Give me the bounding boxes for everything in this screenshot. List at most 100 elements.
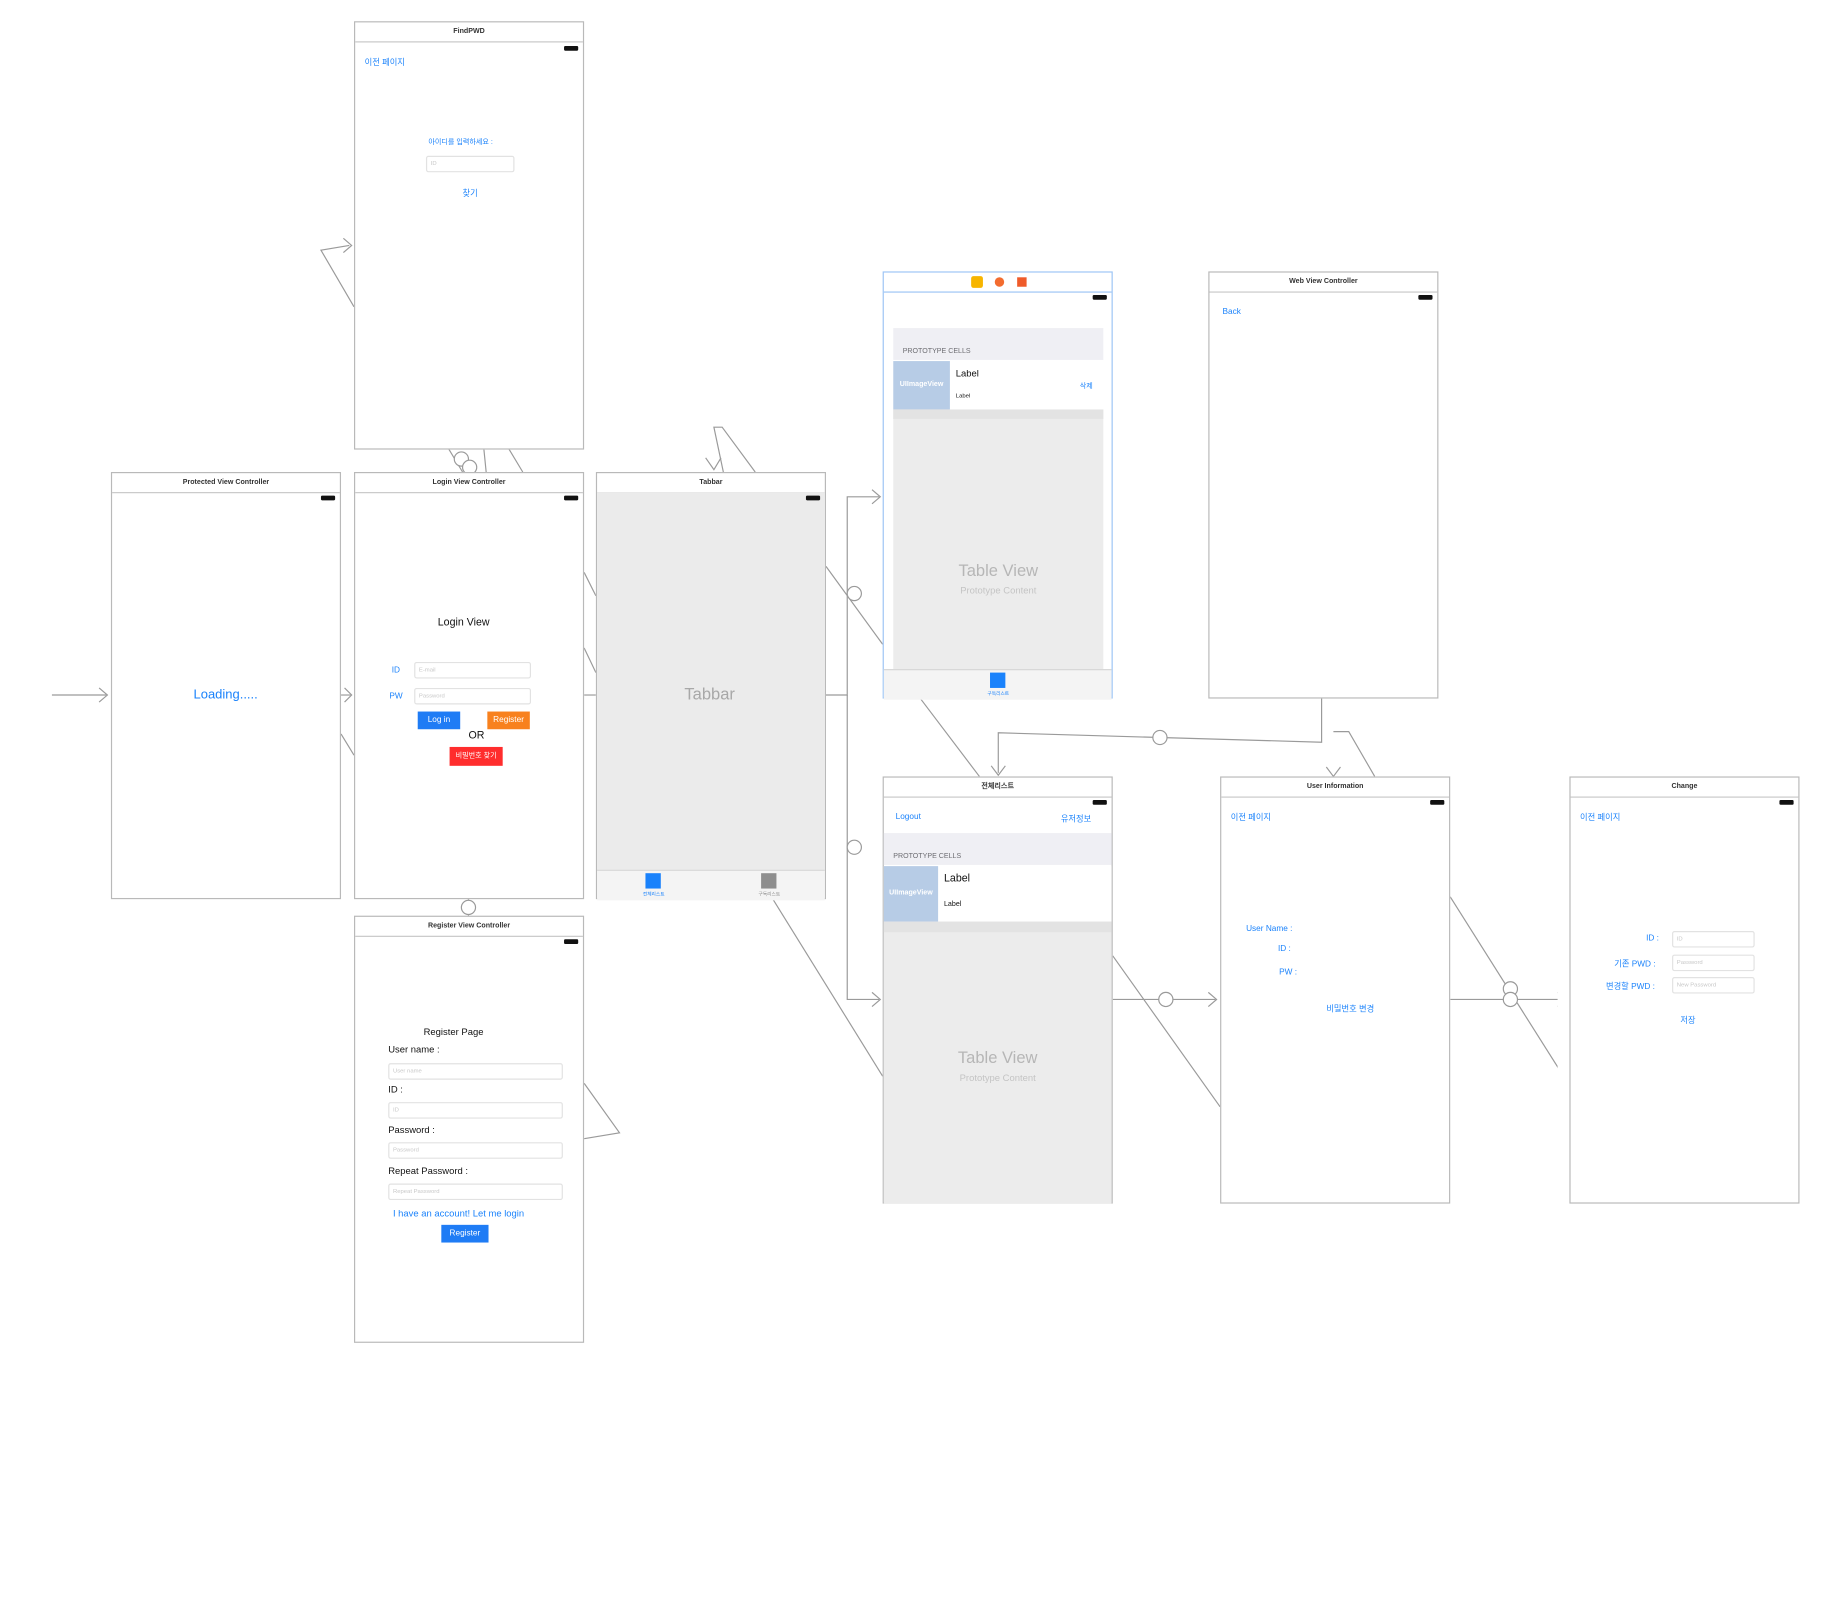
battery-icon [1092, 295, 1107, 300]
id-label: ID : [388, 1084, 403, 1096]
back-link[interactable]: 이전 페이지 [1580, 812, 1620, 824]
prototype-cell[interactable]: UIImageView Label Label [883, 866, 1112, 922]
id-field[interactable]: ID [425, 155, 515, 173]
scene-all-list: 전체리스트 Logout 유저정보 PROTOTYPE CELLS UIImag… [882, 776, 1113, 1204]
tab-all-label[interactable]: 전체리스트 [635, 891, 673, 898]
table-view[interactable]: Table View Prototype Content [893, 409, 1104, 670]
new-password-label: 변경할 PWD : [1605, 982, 1655, 992]
id-prompt-label: 아이디를 입력하세요 : [428, 139, 493, 147]
login-link[interactable]: I have an account! Let me login [393, 1208, 524, 1219]
username-label: User Name : [1246, 925, 1293, 934]
table-view[interactable]: Table View Prototype Content [883, 921, 1112, 1204]
scene-title: Web View Controller [1209, 273, 1438, 293]
scene-title: Tabbar [597, 473, 825, 494]
find-password-button[interactable]: 비밀번호 찾기 [449, 746, 503, 766]
find-button[interactable]: 찾기 [463, 188, 478, 200]
password-field[interactable]: Password [388, 1142, 563, 1159]
login-heading: Login View [437, 615, 490, 628]
scene-subscribe-table: PROTOTYPE CELLS UIImageView Label Label … [882, 271, 1113, 700]
battery-icon [805, 495, 821, 501]
battery-icon [1430, 800, 1445, 805]
battery-icon [564, 495, 579, 501]
battery-icon [564, 46, 579, 51]
id-field[interactable]: ID [388, 1102, 563, 1119]
scene-register: Register View Controller Register Page U… [353, 915, 585, 1343]
scene-web-view: Web View Controller Back [1208, 271, 1439, 699]
scene-title: Register View Controller [355, 917, 583, 937]
or-label: OR [468, 729, 485, 742]
username-field[interactable]: User name [388, 1063, 563, 1080]
tabbar-center-label: Tabbar [684, 684, 735, 704]
cell-image-view: UIImageView [893, 361, 950, 410]
table-view-label: Table View [958, 560, 1039, 580]
save-button[interactable]: 저장 [1680, 1015, 1695, 1027]
password-field[interactable]: Password [414, 687, 531, 705]
scene-title: User Information [1221, 778, 1450, 798]
tab-subscribe-icon[interactable] [990, 672, 1006, 688]
user-info-button[interactable]: 유저정보 [1061, 813, 1091, 825]
tab-subscribe-icon[interactable] [761, 873, 777, 889]
new-password-field[interactable]: New Password [1672, 977, 1755, 994]
scene-tabbar: Tabbar Tabbar 전체리스트 구독리스트 [595, 471, 826, 901]
back-link[interactable]: 이전 페이지 [365, 57, 405, 69]
current-password-label: 기존 PWD : [1614, 960, 1656, 969]
battery-icon [320, 495, 336, 501]
cell-subtitle-label: Label [943, 901, 962, 909]
tab-bar: 전체리스트 구독리스트 [597, 869, 825, 901]
id-label: ID [391, 666, 401, 675]
repeat-password-field[interactable]: Repeat Password [388, 1183, 563, 1201]
delete-button[interactable]: 삭제 [1080, 380, 1093, 390]
scene-user-info: User Information 이전 페이지 User Name : ID :… [1220, 776, 1451, 1204]
register-submit-button[interactable]: Register [441, 1224, 489, 1243]
back-button[interactable]: Back [1222, 308, 1240, 316]
tab-bar: 구독리스트 [883, 669, 1112, 700]
id-field[interactable]: ID [1672, 931, 1755, 948]
scene-title: FindPWD [355, 22, 583, 43]
prototype-content-label: Prototype Content [960, 585, 1037, 596]
tab-all-icon[interactable] [645, 873, 661, 889]
scene-title: Change [1570, 778, 1799, 798]
prototype-cells-header: PROTOTYPE CELLS [883, 833, 1112, 865]
register-button[interactable]: Register [487, 711, 530, 730]
id-label: ID : [1277, 945, 1291, 954]
cell-title-label: Label [943, 872, 970, 884]
view-controller-icon [971, 276, 983, 288]
id-label: ID : [1646, 934, 1659, 943]
exit-icon [1017, 277, 1027, 287]
pw-label: PW : [1279, 968, 1298, 978]
email-field[interactable]: E-mail [414, 661, 531, 679]
prototype-content-label: Prototype Content [959, 1072, 1036, 1084]
scene-find-pwd: FindPWD 이전 페이지 아이디를 입력하세요 : ID 찾기 [353, 21, 585, 450]
prototype-cells-header: PROTOTYPE CELLS [893, 328, 1104, 360]
back-link[interactable]: 이전 페이지 [1231, 812, 1271, 824]
table-view-label: Table View [957, 1047, 1038, 1067]
password-label: Password : [388, 1124, 435, 1136]
login-button[interactable]: Log in [417, 711, 461, 730]
tab-subscribe-label[interactable]: 구독리스트 [750, 891, 788, 898]
scene-title: Protected View Controller [112, 473, 340, 494]
battery-icon [564, 939, 579, 944]
cell-title-label: Label [955, 368, 979, 379]
battery-icon [1779, 800, 1794, 805]
battery-icon [1092, 800, 1107, 805]
current-password-field[interactable]: Password [1672, 954, 1755, 972]
scene-title: Login View Controller [355, 473, 583, 494]
first-responder-icon [994, 277, 1005, 287]
cell-subtitle-label: Label [955, 392, 971, 401]
scene-title: 전체리스트 [883, 778, 1112, 798]
prototype-cell[interactable]: UIImageView Label Label 삭제 [893, 361, 1104, 410]
loading-label: Loading..... [193, 687, 258, 703]
register-heading: Register Page [423, 1026, 484, 1038]
logout-button[interactable]: Logout [896, 813, 921, 821]
username-label: User name : [388, 1044, 440, 1055]
change-password-button[interactable]: 비밀번호 변경 [1326, 1003, 1374, 1015]
scene-dock [883, 273, 1112, 293]
pw-label: PW [389, 692, 403, 701]
scene-protected: Protected View Controller Loading..... [110, 471, 342, 900]
repeat-password-label: Repeat Password : [388, 1165, 468, 1177]
tab-subscribe-label[interactable]: 구독리스트 [979, 690, 1017, 697]
scene-login: Login View Controller Login View ID E-ma… [353, 471, 585, 900]
battery-icon [1418, 295, 1433, 300]
scene-change: Change 이전 페이지 ID : ID 기존 PWD : Password … [1569, 776, 1800, 1204]
cell-image-view: UIImageView [883, 866, 939, 922]
